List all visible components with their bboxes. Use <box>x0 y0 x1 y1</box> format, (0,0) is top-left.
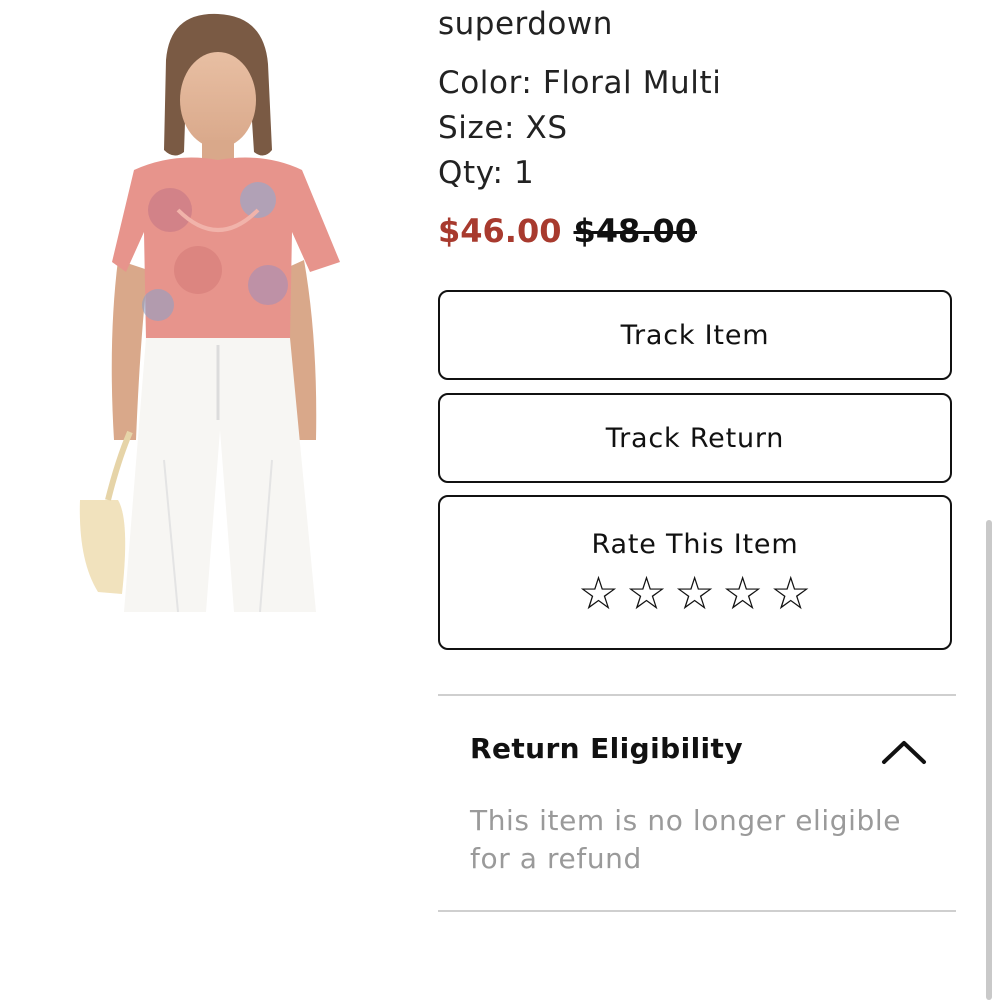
return-eligibility-message: This item is no longer eligible for a re… <box>470 804 902 875</box>
divider <box>438 694 956 696</box>
quantity-label: Qty: 1 <box>438 155 535 191</box>
star-icon[interactable]: ☆ <box>578 570 620 616</box>
star-icon[interactable]: ☆ <box>770 570 812 616</box>
star-icon[interactable]: ☆ <box>626 570 668 616</box>
star-rating: ☆ ☆ ☆ ☆ ☆ <box>578 570 812 616</box>
track-item-button[interactable]: Track Item <box>438 290 952 380</box>
scrollbar[interactable] <box>986 520 992 1000</box>
product-image[interactable] <box>78 0 344 612</box>
star-icon[interactable]: ☆ <box>722 570 764 616</box>
star-icon[interactable]: ☆ <box>674 570 716 616</box>
return-eligibility-title[interactable]: Return Eligibility <box>470 732 743 765</box>
size-label: Size: XS <box>438 110 568 146</box>
rate-item-label: Rate This Item <box>591 529 799 560</box>
divider <box>438 910 956 912</box>
track-item-label: Track Item <box>620 319 770 351</box>
rate-item-box: Rate This Item ☆ ☆ ☆ ☆ ☆ <box>438 495 952 650</box>
sale-price: $46.00 <box>438 212 562 250</box>
track-return-button[interactable]: Track Return <box>438 393 952 483</box>
chevron-up-icon[interactable] <box>880 738 928 766</box>
original-price: $48.00 <box>573 212 697 250</box>
brand-name[interactable]: superdown <box>438 6 613 42</box>
track-return-label: Track Return <box>605 422 785 454</box>
color-label: Color: Floral Multi <box>438 65 722 101</box>
price-row: $46.00 $48.00 <box>438 212 697 250</box>
